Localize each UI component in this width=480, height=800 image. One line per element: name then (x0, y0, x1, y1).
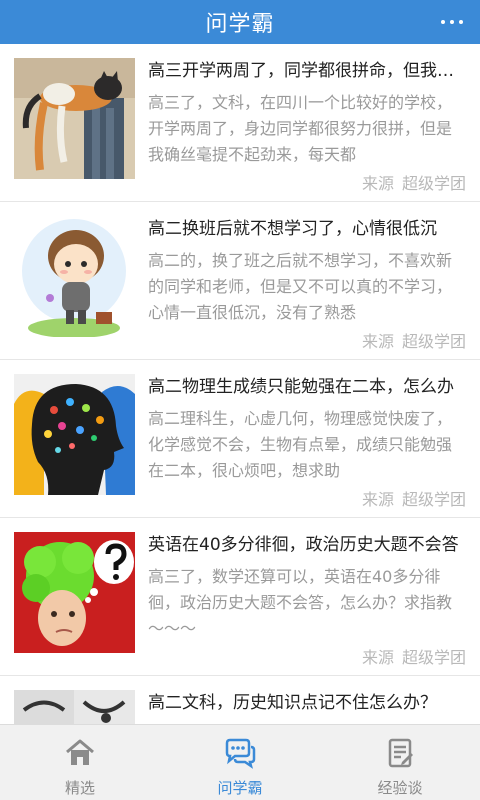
tab-label: 问学霸 (217, 779, 263, 797)
article-thumbnail-question-kid (14, 532, 135, 653)
source-label: 来源 (361, 648, 394, 667)
article-summary: 高三了，文科，在四川一个比较好的学校，开学两周了，身边同学都很努力很拼，但是我确… (148, 93, 453, 164)
article-title[interactable]: 高二文科，历史知识点记不住怎么办？ (148, 690, 466, 716)
article-source: 来源 超级学团 (148, 172, 466, 196)
tab-ask-expert[interactable]: 问学霸 (160, 725, 320, 800)
tab-label: 精选 (64, 779, 95, 797)
article-title[interactable]: 高二换班后就不想学习了，心情很低沉 (148, 216, 466, 242)
article-thumbnail-cartoon-boy (14, 216, 135, 337)
article-item[interactable]: 高三开学两周了，同学都很拼命，但我还是提不起劲 高三了，文科，在四川一个比较好的… (0, 44, 480, 202)
article-thumbnail-brain-heads (14, 374, 135, 495)
source-name: 超级学团 (401, 490, 466, 509)
article-thumbnail-cat (14, 58, 135, 179)
article-title[interactable]: 英语在40多分徘徊，政治历史大题不会答 (148, 532, 466, 558)
source-label: 来源 (361, 332, 394, 351)
source-label: 来源 (361, 174, 394, 193)
article-item[interactable]: 英语在40多分徘徊，政治历史大题不会答 高三了，数学还算可以，英语在40多分徘徊… (0, 518, 480, 676)
article-source: 来源 超级学团 (148, 330, 466, 354)
source-name: 超级学团 (401, 648, 466, 667)
article-item[interactable]: 高二物理生成绩只能勉强在二本，怎么办 高二理科生，心虚几何，物理感觉快废了，化学… (0, 360, 480, 518)
article-thumbnail-book-notes (14, 690, 135, 724)
article-title[interactable]: 高三开学两周了，同学都很拼命，但我还是提不起劲 (148, 58, 466, 84)
article-summary: 高二理科生，心虚几何，物理感觉快废了，化学感觉不会，生物有点晕，成绩只能勉强在二… (148, 409, 453, 480)
source-label: 来源 (361, 490, 394, 509)
tab-experience[interactable]: 经验谈 (320, 725, 480, 800)
article-item[interactable]: 高二换班后就不想学习了，心情很低沉 高二的，换了班之后就不想学习，不喜欢新的同学… (0, 202, 480, 360)
source-name: 超级学团 (401, 332, 466, 351)
more-dots-icon[interactable] (434, 8, 470, 36)
article-summary: 高二的，换了班之后就不想学习，不喜欢新的同学和老师，但是又不可以真的不学习，心情… (148, 251, 453, 322)
tab-label: 经验谈 (377, 779, 423, 797)
source-name: 超级学团 (401, 174, 466, 193)
chat-bubbles-icon (225, 738, 256, 769)
home-icon (66, 739, 94, 765)
tab-featured[interactable]: 精选 (0, 725, 160, 800)
article-title[interactable]: 高二物理生成绩只能勉强在二本，怎么办 (148, 374, 466, 400)
article-source: 来源 超级学团 (148, 646, 466, 670)
article-source: 来源 超级学团 (148, 488, 466, 512)
article-item[interactable]: 高二文科，历史知识点记不住怎么办？ (0, 676, 480, 724)
notepad-icon (388, 738, 413, 768)
bottom-tab-bar: 精选 问学霸 经验谈 (0, 724, 480, 800)
top-bar: 问学霸 (0, 0, 480, 44)
article-list[interactable]: 高三开学两周了，同学都很拼命，但我还是提不起劲 高三了，文科，在四川一个比较好的… (0, 44, 480, 724)
article-summary: 高三了，数学还算可以，英语在40多分徘徊，政治历史大题不会答，怎么办？求指教～～… (148, 567, 453, 638)
page-title: 问学霸 (205, 12, 275, 37)
